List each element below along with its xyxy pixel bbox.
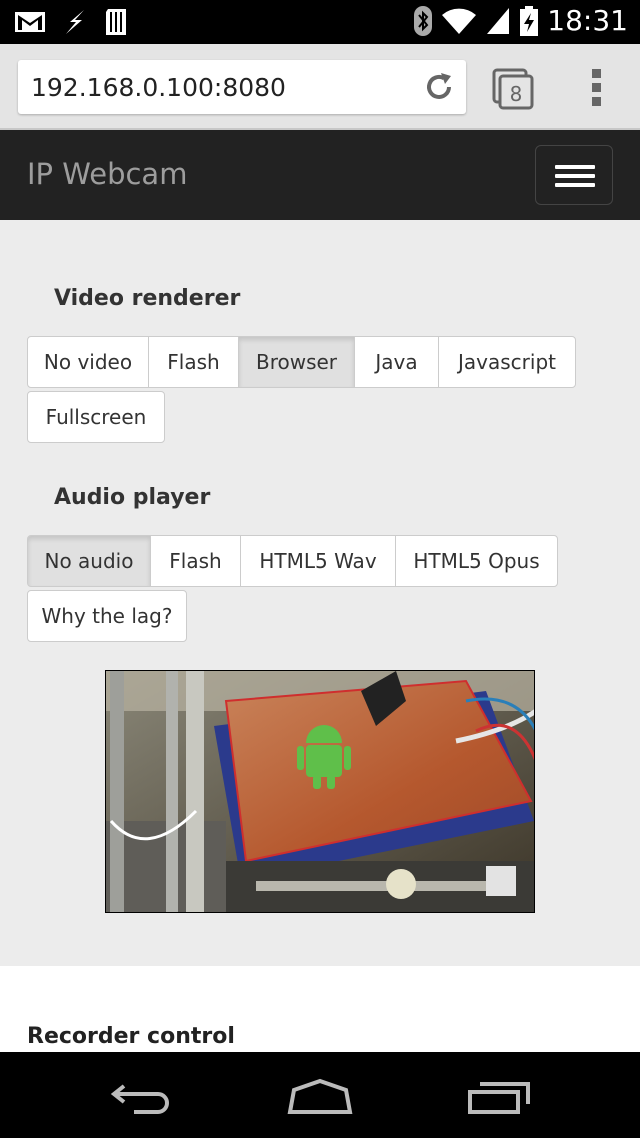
audio-option-html5-wav[interactable]: HTML5 Wav [240,535,396,587]
home-icon[interactable] [286,1078,354,1114]
bluetooth-icon [414,5,433,36]
gmail-icon [15,12,45,32]
hamburger-icon [555,183,595,187]
back-icon[interactable] [110,1080,174,1114]
signal-icon [487,7,510,34]
web-page: IP Webcam Video renderer No video Flash … [0,130,640,1052]
app-navbar: IP Webcam [0,130,640,220]
reload-icon[interactable] [422,70,456,104]
overflow-menu-icon[interactable] [590,68,604,108]
battery-icon [520,5,539,36]
url-text[interactable]: 192.168.0.100:8080 [31,73,286,102]
video-option-flash[interactable]: Flash [148,336,239,388]
why-the-lag-button[interactable]: Why the lag? [27,590,187,642]
hamburger-icon [555,174,595,178]
sd-card-icon [106,9,126,35]
audio-player-title: Audio player [54,485,211,510]
tab-count: 8 [510,82,523,106]
address-bar[interactable]: 192.168.0.100:8080 [18,60,466,114]
hamburger-icon [555,165,595,169]
flash-icon [66,10,84,34]
video-option-java[interactable]: Java [354,336,439,388]
recorder-section: Recorder control [0,966,640,1052]
camera-frame-image [106,671,534,912]
browser-toolbar: 192.168.0.100:8080 8 [0,44,640,130]
menu-toggle-button[interactable] [535,145,613,205]
brand-title[interactable]: IP Webcam [27,157,187,191]
status-bar: 18:31 [0,0,640,44]
tab-switcher-icon[interactable]: 8 [492,68,534,110]
clock: 18:31 [547,4,628,37]
camera-stream-view[interactable] [105,670,535,913]
system-navigation-bar [0,1052,640,1138]
video-option-fullscreen[interactable]: Fullscreen [27,391,165,443]
video-option-no-video[interactable]: No video [27,336,149,388]
wifi-icon [442,8,477,34]
audio-option-no-audio[interactable]: No audio [27,535,151,587]
audio-option-html5-opus[interactable]: HTML5 Opus [395,535,558,587]
video-renderer-title: Video renderer [54,286,241,311]
recent-apps-icon[interactable] [466,1080,532,1114]
video-option-browser[interactable]: Browser [238,336,355,388]
video-option-javascript[interactable]: Javascript [438,336,576,388]
recorder-control-title: Recorder control [27,1024,235,1049]
audio-option-flash[interactable]: Flash [150,535,241,587]
